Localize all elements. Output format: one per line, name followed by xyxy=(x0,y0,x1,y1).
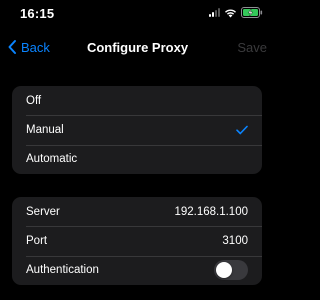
back-label: Back xyxy=(21,39,50,55)
option-label: Automatic xyxy=(26,153,78,166)
port-label: Port xyxy=(26,234,48,247)
option-label: Off xyxy=(26,94,42,107)
port-value[interactable]: 3100 xyxy=(222,235,248,247)
proxy-settings-group: Server 192.168.1.100 Port 3100 Authentic… xyxy=(12,197,262,285)
status-time: 16:15 xyxy=(20,6,55,21)
navigation-bar: Back Configure Proxy Save xyxy=(0,34,275,62)
status-bar: 16:15 xyxy=(0,0,275,24)
server-label: Server xyxy=(26,205,60,218)
battery-charging-icon xyxy=(241,7,263,18)
proxy-option-automatic[interactable]: Automatic xyxy=(12,144,262,174)
proxy-option-off[interactable]: Off xyxy=(12,86,262,115)
port-row[interactable]: Port 3100 xyxy=(12,226,262,255)
save-button[interactable]: Save xyxy=(237,40,267,55)
toggle-knob xyxy=(216,262,232,279)
authentication-label: Authentication xyxy=(26,264,99,277)
server-value[interactable]: 192.168.1.100 xyxy=(174,206,248,218)
signal-icon xyxy=(209,8,220,17)
back-button[interactable]: Back xyxy=(7,39,50,55)
authentication-toggle[interactable] xyxy=(214,260,248,281)
chevron-left-icon xyxy=(7,39,17,55)
proxy-mode-group: Off Manual Automatic xyxy=(12,86,262,174)
authentication-row: Authentication xyxy=(12,255,262,285)
status-icons xyxy=(209,7,263,18)
wifi-icon xyxy=(224,8,237,18)
server-row[interactable]: Server 192.168.1.100 xyxy=(12,197,262,226)
proxy-option-manual[interactable]: Manual xyxy=(12,115,262,144)
option-label: Manual xyxy=(26,123,64,136)
checkmark-icon xyxy=(236,125,248,135)
